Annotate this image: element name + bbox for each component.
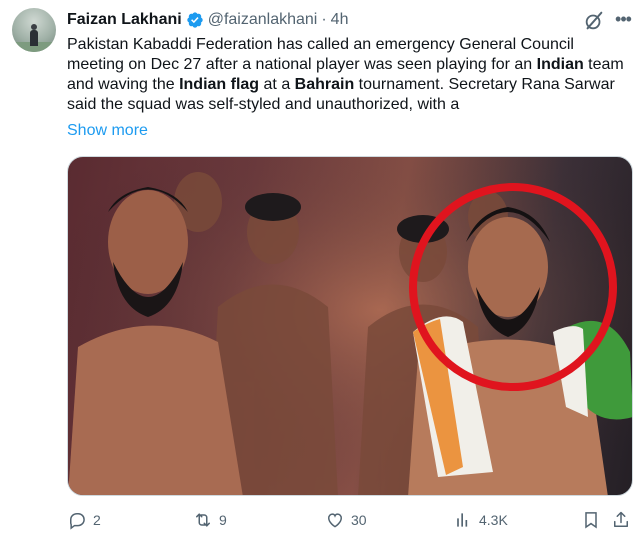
repost-count: 9 [219, 512, 227, 528]
reply-count: 2 [93, 512, 101, 528]
tweet-action-bar: 2 9 30 4.3K [67, 508, 633, 532]
author-name[interactable]: Faizan Lakhani [67, 11, 182, 29]
bookmark-button[interactable] [581, 508, 601, 532]
like-button[interactable]: 30 [325, 508, 367, 532]
share-button[interactable] [611, 508, 631, 532]
view-count: 4.3K [479, 512, 508, 528]
tweet-timestamp[interactable]: 4h [331, 11, 349, 29]
media-photo-illustration [68, 157, 632, 495]
repost-button[interactable]: 9 [193, 508, 227, 532]
author-handle[interactable]: @faizanlakhani [208, 11, 318, 29]
tweet-media-image[interactable] [67, 156, 633, 496]
heart-icon [327, 513, 343, 528]
separator-dot: · [321, 11, 327, 28]
reply-button[interactable]: 2 [67, 508, 101, 532]
tweet-text-bold-indian-flag: Indian flag [179, 76, 260, 93]
author-avatar[interactable] [12, 8, 56, 52]
tweet-text: Pakistan Kabaddi Federation has called a… [67, 35, 629, 115]
bookmark-icon [585, 512, 597, 529]
views-button[interactable]: 4.3K [453, 508, 508, 532]
tweet-text-part: Pakistan Kabaddi Federation has called a… [67, 36, 574, 73]
views-chart-icon [457, 513, 468, 527]
tweet-text-bold-indian: Indian [536, 56, 584, 73]
reply-icon [70, 513, 85, 530]
more-options-icon[interactable]: ••• [613, 10, 633, 32]
show-more-link[interactable]: Show more [67, 122, 148, 140]
share-icon [614, 511, 628, 527]
tweet-text-bold-bahrain: Bahrain [294, 76, 355, 93]
repost-icon [196, 513, 210, 527]
avatar-figure [30, 30, 38, 46]
tweet-header: Faizan Lakhani @faizanlakhani · 4h [67, 10, 348, 30]
like-count: 30 [351, 512, 367, 528]
grok-icon[interactable] [583, 10, 605, 32]
verified-badge-icon [187, 12, 203, 28]
tweet-text-part: at a [259, 76, 295, 93]
